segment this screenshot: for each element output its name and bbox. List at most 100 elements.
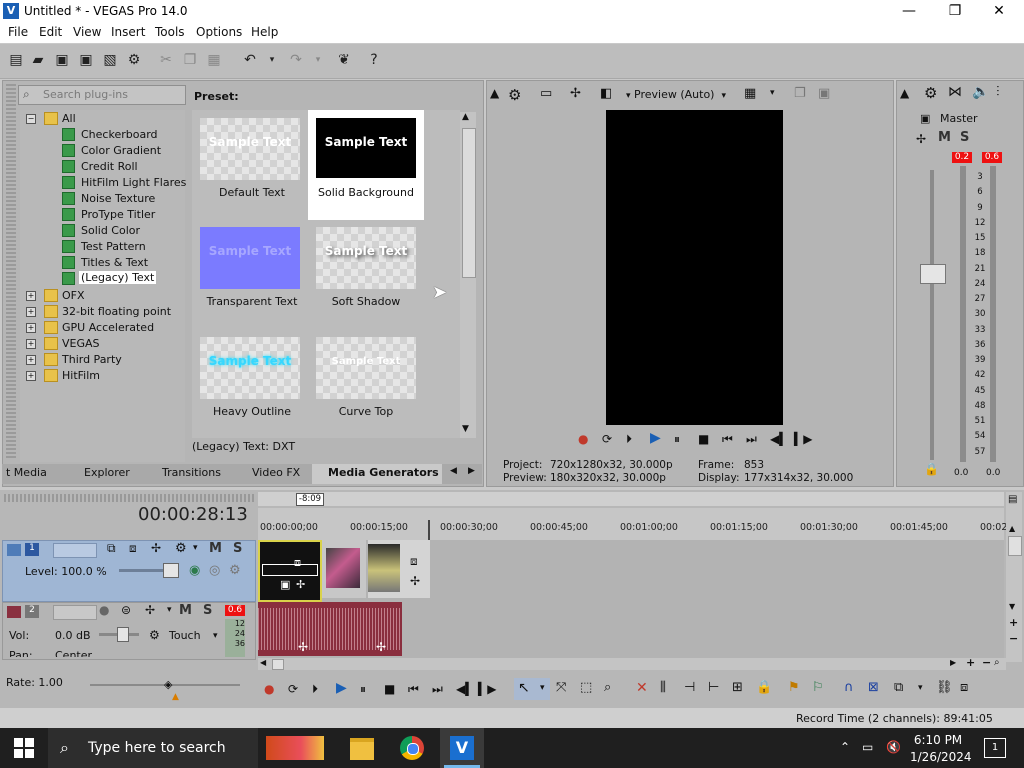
preview-properties-gear-icon[interactable]: ⚙: [508, 86, 521, 104]
external-monitor-icon[interactable]: ▭: [540, 86, 552, 101]
menu-insert[interactable]: Insert: [111, 25, 145, 39]
grid-overlay-icon[interactable]: ▦: [744, 86, 756, 101]
timeline-stop-icon[interactable]: ■: [384, 682, 395, 696]
zoom-in-time-icon[interactable]: +: [966, 656, 975, 669]
copy-icon[interactable]: ❐: [182, 52, 198, 68]
expand-icon[interactable]: +: [26, 371, 36, 381]
trim-icon[interactable]: ⫼: [660, 680, 666, 695]
track-motion-icon[interactable]: ⧉: [107, 541, 116, 556]
properties-gear-icon[interactable]: ⚙: [126, 52, 142, 68]
redo-icon[interactable]: ↷: [288, 52, 304, 68]
preset-scrollbar[interactable]: ▲ ▼: [460, 112, 476, 438]
next-frame-icon[interactable]: ▍▶: [794, 432, 812, 446]
new-file-icon[interactable]: ▤: [8, 52, 24, 68]
expand-icon[interactable]: +: [26, 291, 36, 301]
crop-icon[interactable]: ⧈: [294, 556, 301, 570]
timeline-prev-frame-icon[interactable]: ◀▍: [456, 682, 474, 696]
preset-soft-shadow[interactable]: Sample Text Soft Shadow: [308, 222, 424, 326]
volume-slider-handle[interactable]: [117, 627, 129, 642]
preview-quality-dropdown[interactable]: ▾ Preview (Auto) ▾: [626, 88, 726, 101]
tree-item-titles-text[interactable]: Titles & Text: [81, 256, 148, 269]
automation-dropdown-icon[interactable]: ▾: [213, 631, 218, 641]
track-fx-chain-icon[interactable]: ⚙: [229, 563, 241, 578]
tree-item-checkerboard[interactable]: Checkerboard: [81, 128, 158, 141]
track1-mute-button[interactable]: M: [209, 541, 222, 556]
show-hidden-icons-icon[interactable]: ⌃: [840, 740, 850, 754]
zoom-out-time-icon[interactable]: −: [982, 656, 991, 669]
track-fx-icon[interactable]: ⧈: [129, 541, 137, 556]
panel-grip-handle[interactable]: [6, 84, 16, 460]
tree-item-color-gradient[interactable]: Color Gradient: [81, 144, 161, 157]
zoom-out-track-icon[interactable]: −: [1009, 632, 1018, 645]
track-list-grip[interactable]: [4, 494, 254, 502]
search-plugins-input[interactable]: ⌕ Search plug-ins: [18, 85, 186, 105]
cut-icon[interactable]: ✂: [158, 52, 174, 68]
loop-playback-icon[interactable]: ⟳: [602, 432, 612, 446]
close-button[interactable]: ✕: [976, 0, 1022, 23]
windows-start-icon[interactable]: [14, 738, 34, 758]
gear-dropdown-icon[interactable]: ▾: [193, 543, 198, 553]
timeline-pause-icon[interactable]: ⏸: [360, 682, 366, 697]
redo-dropdown-icon[interactable]: ▾: [310, 52, 326, 68]
zoom-tool-icon[interactable]: ⌕: [994, 657, 1000, 668]
lock-envelopes-icon[interactable]: ⛓: [936, 680, 953, 695]
trim-start-icon[interactable]: ⊣: [684, 680, 695, 695]
insert-marker-icon[interactable]: ⚑: [788, 680, 800, 695]
tree-item-all[interactable]: All: [62, 112, 76, 125]
tree-item-third-party[interactable]: Third Party: [62, 353, 122, 366]
collapse-icon[interactable]: −: [26, 114, 36, 124]
menu-file[interactable]: File: [8, 25, 28, 39]
timeline-menu-icon[interactable]: ▤: [1008, 494, 1017, 505]
auto-ripple-icon[interactable]: ⧉: [894, 680, 903, 695]
copy-snapshot-icon[interactable]: ❐: [794, 86, 806, 101]
pan-crop-icon[interactable]: ✢: [296, 578, 305, 591]
scroll-up-icon[interactable]: ▲: [462, 112, 469, 122]
maximize-button[interactable]: ❐: [932, 0, 978, 23]
rate-slider-handle[interactable]: ◈: [164, 678, 172, 691]
paste-icon[interactable]: ▦: [206, 52, 222, 68]
save-as-icon[interactable]: ▣: [78, 52, 94, 68]
ripple-dropdown-icon[interactable]: ▾: [918, 683, 923, 693]
tree-item-credit-roll[interactable]: Credit Roll: [81, 160, 138, 173]
split-screen-icon[interactable]: ✢: [570, 86, 581, 101]
track-fx-icon[interactable]: ✢: [145, 603, 155, 617]
h-scrollbar-thumb[interactable]: [272, 659, 284, 670]
video-clip-3[interactable]: ⧈ ✢: [368, 540, 430, 598]
tree-item-vegas[interactable]: VEGAS: [62, 337, 100, 350]
automation-mode[interactable]: Touch: [169, 629, 201, 642]
preset-solid-background[interactable]: Sample Text Solid Background: [308, 110, 424, 220]
tree-item-ofx[interactable]: OFX: [62, 289, 85, 302]
audio-track-header[interactable]: 2 ● ⊜ ✢ ▾ M S 0.6 12 24 36 Vol: 0.0 dB ⚙…: [2, 602, 256, 660]
track-properties-gear-icon[interactable]: ⚙: [175, 541, 187, 556]
whats-this-help-icon[interactable]: ?: [366, 52, 382, 68]
zoom-in-track-icon[interactable]: +: [1009, 616, 1018, 629]
master-fader-handle[interactable]: [920, 264, 946, 284]
tab-video-fx[interactable]: Video FX: [252, 466, 300, 479]
tree-item-test-pattern[interactable]: Test Pattern: [81, 240, 146, 253]
menu-tools[interactable]: Tools: [155, 25, 185, 39]
expand-icon[interactable]: +: [26, 355, 36, 365]
menu-options[interactable]: Options: [196, 25, 242, 39]
scroll-down-icon[interactable]: ▼: [462, 424, 469, 434]
video-clip-1[interactable]: ⧈ ▣ ✢: [258, 540, 322, 602]
record-icon[interactable]: ●: [578, 432, 588, 446]
taskbar-search-box[interactable]: ⌕ Type here to search: [48, 728, 258, 768]
search-highlight-gift-icon[interactable]: [266, 736, 324, 760]
lock-icon[interactable]: 🔒: [924, 462, 939, 476]
go-to-start-icon[interactable]: ⏮: [722, 432, 733, 447]
undo-dropdown-icon[interactable]: ▾: [264, 52, 280, 68]
trim-end-icon[interactable]: ⊢: [708, 680, 719, 695]
composite-parent-icon[interactable]: ◉: [189, 563, 200, 578]
track-expand-icon[interactable]: [7, 606, 21, 618]
auto-crossfade-icon[interactable]: ⊠: [868, 680, 879, 695]
tree-item-32bit[interactable]: 32-bit floating point: [62, 305, 171, 318]
open-folder-icon[interactable]: ▰: [30, 52, 46, 68]
render-icon[interactable]: ▧: [102, 52, 118, 68]
expand-icon[interactable]: +: [26, 307, 36, 317]
downmix-icon[interactable]: ⋈: [948, 84, 962, 100]
track-expand-icon[interactable]: [7, 544, 21, 556]
scrollbar-thumb[interactable]: [462, 128, 476, 278]
time-ruler[interactable]: 00:00:00;00 00:00:15;00 00:00:30;00 00:0…: [258, 508, 1007, 540]
tree-item-legacy-text[interactable]: (Legacy) Text: [79, 271, 157, 284]
loop-region-length[interactable]: -8:09: [296, 493, 324, 506]
